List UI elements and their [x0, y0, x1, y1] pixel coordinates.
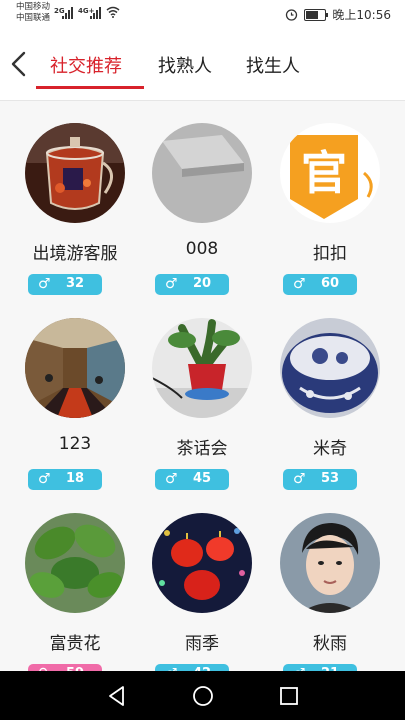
user-card[interactable]: 富贵花 ♀ 59: [15, 491, 135, 671]
male-icon: ♂: [293, 471, 306, 487]
battery-icon: [304, 8, 329, 21]
avatar-portrait: [280, 513, 380, 613]
avatar-teapot: [25, 123, 125, 223]
user-name: 出境游客服: [32, 244, 118, 264]
user-card[interactable]: 米奇 ♂ 53: [270, 296, 390, 490]
gender-age-badge: ♂ 45: [155, 469, 229, 490]
gender-age-badge: ♂ 18: [28, 469, 102, 490]
back-arrow-icon[interactable]: [8, 50, 30, 78]
official-glyph: 官: [301, 146, 347, 200]
avatar-street: [25, 318, 125, 418]
user-age: 18: [66, 471, 85, 486]
user-name: 富贵花: [49, 634, 101, 654]
gender-age-badge: ♂ 32: [28, 274, 102, 295]
user-age: 32: [66, 276, 85, 291]
signal-1-icon: [62, 7, 73, 19]
carrier-2: 中国联通: [16, 13, 51, 23]
user-age: 20: [193, 276, 212, 291]
user-name: 茶话会: [176, 439, 228, 459]
user-name: 米奇: [313, 439, 347, 459]
user-name: 008: [185, 239, 219, 259]
user-card[interactable]: 雨季 ♂ 42: [142, 491, 262, 671]
avatar-official-badge: 官: [280, 123, 380, 223]
male-icon: ♂: [165, 276, 178, 292]
user-card[interactable]: 茶话会 ♂ 45: [142, 296, 262, 490]
gender-age-badge: ♂ 53: [283, 469, 357, 490]
user-age: 45: [193, 471, 212, 486]
user-card[interactable]: 123 ♂ 18: [15, 296, 135, 490]
wifi-icon: [106, 6, 120, 18]
carrier-1: 中国移动: [16, 2, 51, 12]
top-nav: 社交推荐 找熟人 找生人: [0, 28, 405, 101]
user-card[interactable]: 008 ♂ 20: [142, 101, 262, 295]
user-card[interactable]: 秋雨 ♂ 21: [270, 491, 390, 671]
user-name: 123: [58, 434, 92, 454]
avatar-blue-porcelain: [280, 318, 380, 418]
avatar-red-lanterns: [152, 513, 252, 613]
circle-home-icon[interactable]: [190, 683, 216, 709]
system-nav-bar: [0, 671, 405, 720]
user-card[interactable]: 官 扣扣 ♂ 60: [270, 101, 390, 295]
status-bar: 中国移动 中国联通 2G 4G+ 晚上10:56: [0, 0, 405, 28]
user-age: 60: [321, 276, 340, 291]
user-grid: 出境游客服 ♂ 32 008 ♂ 20 官 扣扣 ♂ 60 123 ♂ 18 茶…: [0, 101, 405, 671]
avatar-green-leaves: [25, 513, 125, 613]
male-icon: ♂: [293, 276, 306, 292]
tab-social-recommend[interactable]: 社交推荐: [50, 52, 122, 78]
gender-age-badge: ♀ 59: [28, 664, 102, 671]
male-icon: ♂: [38, 276, 51, 292]
gender-age-badge: ♂ 21: [283, 664, 357, 671]
user-name: 扣扣: [313, 244, 347, 264]
user-name: 秋雨: [313, 634, 347, 654]
status-time: 晚上10:56: [332, 8, 391, 22]
carrier-info: 中国移动 中国联通: [16, 2, 50, 24]
alarm-icon: [286, 9, 298, 21]
user-age: 53: [321, 471, 340, 486]
gender-age-badge: ♂ 42: [155, 664, 229, 671]
triangle-back-icon[interactable]: [104, 683, 130, 709]
signal-2-icon: [90, 7, 101, 19]
avatar-gray-photo: [152, 123, 252, 223]
tab-find-acquaintances[interactable]: 找熟人: [158, 52, 212, 78]
active-tab-indicator: [36, 86, 144, 89]
gender-age-badge: ♂ 20: [155, 274, 229, 295]
square-recents-icon[interactable]: [276, 683, 302, 709]
gender-age-badge: ♂ 60: [283, 274, 357, 295]
tab-find-strangers[interactable]: 找生人: [246, 52, 300, 78]
male-icon: ♂: [38, 471, 51, 487]
user-card[interactable]: 出境游客服 ♂ 32: [15, 101, 135, 295]
user-name: 雨季: [185, 634, 219, 654]
male-icon: ♂: [165, 471, 178, 487]
avatar-plant-pot: [152, 318, 252, 418]
